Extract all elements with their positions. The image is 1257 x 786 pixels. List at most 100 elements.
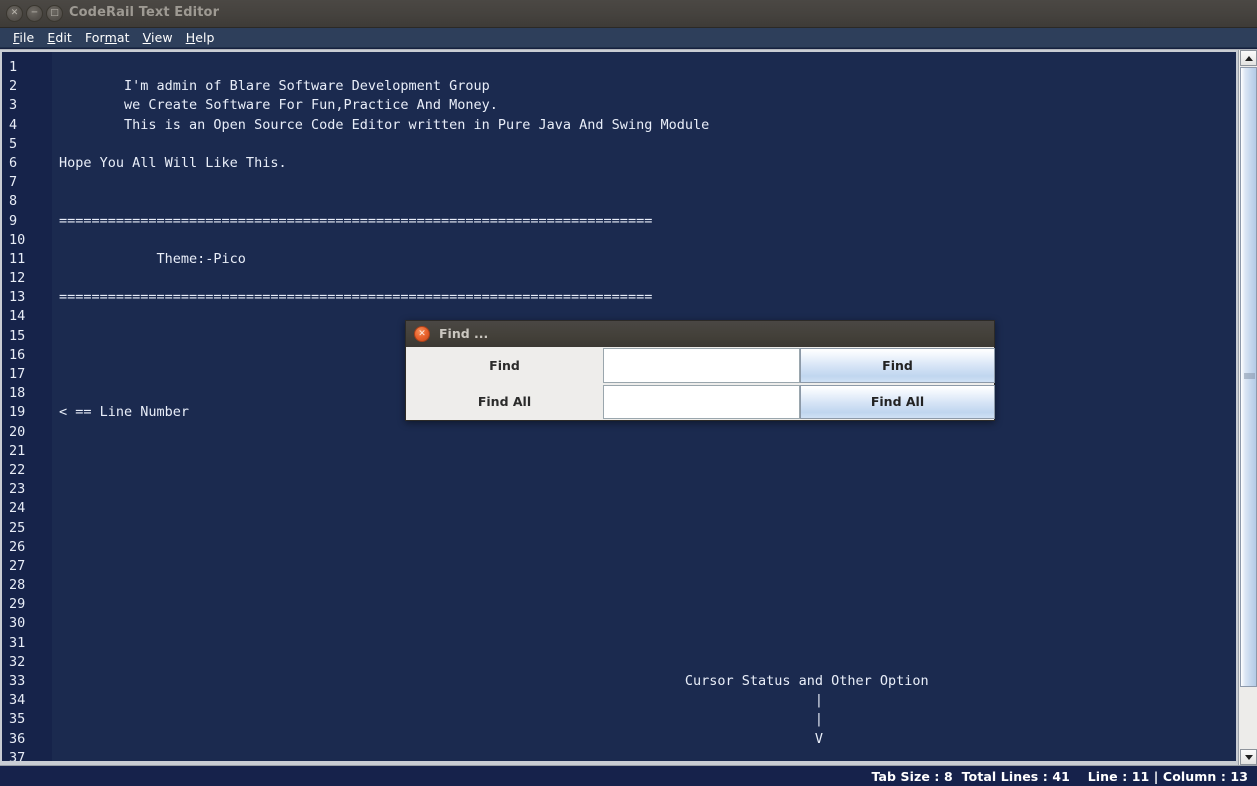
line-number: 15 xyxy=(9,327,26,344)
menu-item-help[interactable]: Help xyxy=(180,29,222,46)
line-number: 24 xyxy=(9,500,26,517)
line-number: 27 xyxy=(9,557,26,574)
code-line: we Create Software For Fun,Practice And … xyxy=(59,97,498,114)
find-button[interactable]: Find xyxy=(800,348,995,383)
close-icon[interactable]: ✕ xyxy=(414,326,430,342)
line-number: 31 xyxy=(9,634,26,651)
code-line: | xyxy=(59,692,824,709)
find-all-button[interactable]: Find All xyxy=(800,384,995,419)
window-title: CodeRail Text Editor xyxy=(69,5,220,20)
line-number: 18 xyxy=(9,385,26,402)
line-number: 1 xyxy=(9,59,18,75)
menu-item-edit[interactable]: Edit xyxy=(41,29,79,46)
line-number: 14 xyxy=(9,308,26,325)
menu-item-format[interactable]: Format xyxy=(79,29,137,46)
line-number: 28 xyxy=(9,577,26,594)
line-number: 16 xyxy=(9,346,26,363)
vertical-scrollbar[interactable] xyxy=(1238,50,1257,766)
line-number-gutter: 1 2 3 4 5 6 7 8 9 10 11 12 13 14 15 16 17 18 19 20 21 22 23 24 2… xyxy=(2,52,52,762)
scroll-up-icon[interactable] xyxy=(1240,50,1257,66)
scroll-down-icon[interactable] xyxy=(1240,749,1257,765)
line-number: 30 xyxy=(9,615,26,632)
menu-bar: File Edit Format View Help xyxy=(0,28,1257,48)
code-line: This is an Open Source Code Editor writt… xyxy=(59,116,710,133)
line-number: 12 xyxy=(9,270,26,287)
code-line: ========================================… xyxy=(59,289,653,306)
line-number: 6 xyxy=(9,154,18,171)
code-line: Cursor Status and Other Option xyxy=(59,673,929,689)
maximize-icon[interactable]: □ xyxy=(46,5,63,22)
find-all-input[interactable] xyxy=(603,384,800,419)
line-number: 4 xyxy=(9,116,18,133)
line-number: 3 xyxy=(9,97,18,114)
line-number: 9 xyxy=(9,212,18,229)
line-number: 22 xyxy=(9,461,26,478)
line-number: 2 xyxy=(9,78,18,95)
line-number: 25 xyxy=(9,519,26,536)
code-line: Theme:-Pico xyxy=(59,250,246,267)
find-input[interactable] xyxy=(603,348,800,383)
line-number: 32 xyxy=(9,653,26,670)
menu-label-help: elp xyxy=(195,30,215,45)
line-number: 36 xyxy=(9,730,26,747)
window-controls: ✕ ─ □ xyxy=(6,5,63,22)
scrollbar-grip-icon xyxy=(1244,373,1255,381)
find-all-label: Find All xyxy=(406,383,603,420)
find-dialog-title-bar: ✕ Find ... xyxy=(405,320,995,347)
code-line: I'm admin of Blare Software Development … xyxy=(59,78,490,95)
line-number: 33 xyxy=(9,673,26,689)
window-title-bar: ✕ ─ □ CodeRail Text Editor xyxy=(0,0,1257,28)
find-label: Find xyxy=(406,347,603,384)
line-number: 10 xyxy=(9,231,26,248)
line-number: 17 xyxy=(9,366,26,382)
code-line: ========================================… xyxy=(59,212,653,229)
line-number: 7 xyxy=(9,174,18,191)
menu-label-format-b: at xyxy=(116,30,130,45)
line-number: 13 xyxy=(9,289,26,306)
line-number: 37 xyxy=(9,749,26,762)
application-window: ✕ ─ □ CodeRail Text Editor File Edit For… xyxy=(0,0,1257,786)
line-number: 34 xyxy=(9,692,26,709)
find-dialog-title: Find ... xyxy=(439,326,489,341)
line-number: 8 xyxy=(9,193,18,210)
line-number: 21 xyxy=(9,442,26,459)
menu-item-file[interactable]: File xyxy=(7,29,41,46)
scrollbar-thumb[interactable] xyxy=(1240,67,1257,687)
code-line: Hope You All Will Like This. xyxy=(59,154,287,171)
line-number: 26 xyxy=(9,538,26,555)
code-line: | xyxy=(59,711,824,728)
minimize-icon[interactable]: ─ xyxy=(26,5,43,22)
menu-label-edit: dit xyxy=(55,30,72,45)
line-number: 29 xyxy=(9,596,26,613)
line-number: 23 xyxy=(9,481,26,498)
line-number: 19 xyxy=(9,404,26,421)
menu-label-format-a: For xyxy=(84,30,105,45)
menu-item-view[interactable]: View xyxy=(137,29,180,46)
find-dialog: ✕ Find ... Find Find Find All Find All xyxy=(405,320,995,421)
line-number: 20 xyxy=(9,423,26,440)
code-line: V xyxy=(59,730,824,747)
close-icon[interactable]: ✕ xyxy=(6,5,23,22)
menu-label-file: ile xyxy=(19,30,35,45)
line-number: 11 xyxy=(9,250,26,267)
line-number: 5 xyxy=(9,135,18,152)
